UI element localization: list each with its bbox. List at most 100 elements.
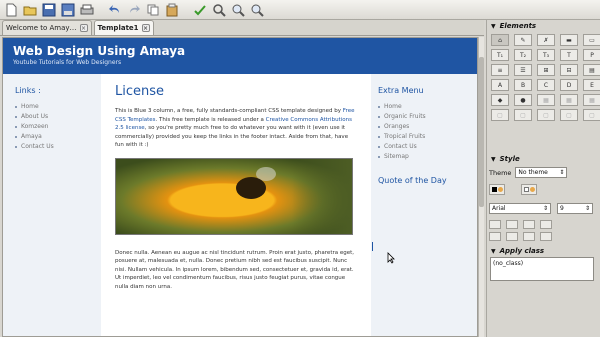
font-size-select[interactable]: 9 ⇕	[557, 203, 593, 214]
sidebar-item-amaya[interactable]: Amaya	[15, 133, 101, 140]
sidebar-item-home[interactable]: Home	[378, 103, 477, 110]
element-button[interactable]: ▢	[560, 109, 578, 121]
line-spacing-icon[interactable]	[523, 232, 535, 241]
open-folder-icon[interactable]	[22, 2, 38, 18]
right-sidebar: Extra Menu Home Organic Fruits Oranges T…	[371, 74, 477, 336]
section-title: Style	[499, 155, 520, 163]
element-button[interactable]: B	[514, 79, 532, 91]
heading-1-button[interactable]: T₁	[491, 49, 509, 61]
sidebar-item-sitemap[interactable]: Sitemap	[378, 153, 477, 160]
align-justify-icon[interactable]	[540, 220, 552, 229]
new-document-icon[interactable]	[3, 2, 19, 18]
license-paragraph[interactable]: This is Blue 3 column, a free, fully sta…	[115, 107, 355, 150]
element-button[interactable]: ⌂	[491, 34, 509, 46]
element-button[interactable]: ▢	[514, 109, 532, 121]
sidebar-item-home[interactable]: Home	[15, 103, 101, 110]
elements-section-header[interactable]: ▼ Elements	[487, 20, 600, 32]
close-icon[interactable]: ×	[79, 24, 88, 32]
style-section-header[interactable]: ▼ Style	[487, 153, 600, 165]
element-button[interactable]: ●	[514, 94, 532, 106]
tools-panel: ▼ Elements ⌂ ✎ ✗ ▬ ▭ T₁ T₂ T₃ T P ≡ ☰ ⊞ …	[486, 20, 600, 337]
tab-welcome[interactable]: Welcome to Amay… ×	[2, 20, 92, 35]
site-header: Web Design Using Amaya Youtube Tutorials…	[3, 38, 477, 74]
links-heading: Links :	[15, 86, 41, 95]
copy-icon[interactable]	[145, 2, 161, 18]
tab-template1[interactable]: Template1 ×	[93, 20, 154, 35]
element-button[interactable]: ▢	[583, 109, 600, 121]
sidebar-item-about-us[interactable]: About Us	[15, 113, 101, 120]
lorem-paragraph[interactable]: Donec nulla. Aenean eu augue ac nisl tin…	[115, 249, 355, 292]
class-list[interactable]: (no_class)	[490, 257, 594, 281]
save-as-icon[interactable]	[60, 2, 76, 18]
apply-class-section-header[interactable]: ▼ Apply class	[487, 245, 600, 257]
element-button[interactable]: ◆	[491, 94, 509, 106]
element-button[interactable]: ▦	[583, 94, 600, 106]
element-button[interactable]: C	[537, 79, 555, 91]
print-icon[interactable]	[79, 2, 95, 18]
sidebar-item-organic-fruits[interactable]: Organic Fruits	[378, 113, 477, 120]
heading-3-button[interactable]: T₃	[537, 49, 555, 61]
collapse-arrow-icon[interactable]: ▼	[491, 248, 496, 255]
scrollbar-thumb[interactable]	[479, 57, 484, 207]
line-spacing-icon[interactable]	[540, 232, 552, 241]
text-caret	[372, 242, 373, 251]
section-title: Apply class	[499, 247, 545, 255]
element-button[interactable]: ✎	[514, 34, 532, 46]
element-button[interactable]: ▦	[560, 94, 578, 106]
list-button[interactable]: ☰	[514, 64, 532, 76]
align-left-icon[interactable]	[489, 220, 501, 229]
element-button[interactable]: ▭	[583, 34, 600, 46]
element-button[interactable]: ▢	[491, 109, 509, 121]
align-right-icon[interactable]	[523, 220, 535, 229]
element-button[interactable]: A	[491, 79, 509, 91]
document-view[interactable]: Web Design Using Amaya Youtube Tutorials…	[2, 37, 478, 337]
list-button[interactable]: ≡	[491, 64, 509, 76]
paragraph-text: . This free template is released under a	[155, 116, 266, 123]
main-content: License This is Blue 3 column, a free, f…	[101, 74, 371, 336]
font-family-select[interactable]: Arial ⇕	[489, 203, 551, 214]
paragraph-button[interactable]: P	[583, 49, 600, 61]
undo-icon[interactable]	[107, 2, 123, 18]
element-button[interactable]: E	[583, 79, 600, 91]
sidebar-item-oranges[interactable]: Oranges	[378, 123, 477, 130]
redo-icon[interactable]	[126, 2, 142, 18]
element-button[interactable]: D	[560, 79, 578, 91]
collapse-arrow-icon[interactable]: ▼	[491, 156, 496, 163]
zoom-out-icon[interactable]	[249, 2, 265, 18]
element-button[interactable]: ✗	[537, 34, 555, 46]
align-center-icon[interactable]	[506, 220, 518, 229]
find-icon[interactable]	[211, 2, 227, 18]
background-color-button[interactable]	[521, 184, 537, 195]
sidebar-item-komzeen[interactable]: Komzeen	[15, 123, 101, 130]
heading-2-button[interactable]: T₂	[514, 49, 532, 61]
paste-icon[interactable]	[164, 2, 180, 18]
element-button[interactable]: ▢	[537, 109, 555, 121]
site-subtitle: Youtube Tutorials for Web Designers	[13, 59, 122, 66]
element-button[interactable]: ▬	[560, 34, 578, 46]
bee-on-flower-image[interactable]	[115, 157, 353, 235]
collapse-arrow-icon[interactable]: ▼	[491, 23, 496, 30]
theme-label: Theme	[489, 168, 512, 177]
main-toolbar	[0, 0, 600, 20]
table-button[interactable]: ⊞	[537, 64, 555, 76]
sidebar-item-contact-us[interactable]: Contact Us	[15, 143, 101, 150]
elements-button-grid: ⌂ ✎ ✗ ▬ ▭ T₁ T₂ T₃ T P ≡ ☰ ⊞ ⊟ ▤ A B C D…	[487, 32, 600, 121]
class-list-item[interactable]: (no_class)	[493, 260, 523, 267]
tab-label: Welcome to Amay…	[6, 24, 77, 32]
sidebar-item-contact-us[interactable]: Contact Us	[378, 143, 477, 150]
theme-select[interactable]: No theme ⇕	[515, 167, 568, 178]
document-scrollbar[interactable]	[478, 37, 484, 337]
zoom-in-icon[interactable]	[230, 2, 246, 18]
text-color-button[interactable]	[489, 184, 505, 195]
spellcheck-icon[interactable]	[192, 2, 208, 18]
theme-value: No theme	[518, 169, 548, 176]
indent-icon[interactable]	[489, 232, 501, 241]
close-icon[interactable]: ×	[141, 24, 150, 32]
sidebar-item-tropical-fruits[interactable]: Tropical Fruits	[378, 133, 477, 140]
element-button[interactable]: ▦	[537, 94, 555, 106]
table-button[interactable]: ⊟	[560, 64, 578, 76]
save-icon[interactable]	[41, 2, 57, 18]
outdent-icon[interactable]	[506, 232, 518, 241]
title-button[interactable]: T	[560, 49, 578, 61]
block-button[interactable]: ▤	[583, 64, 600, 76]
